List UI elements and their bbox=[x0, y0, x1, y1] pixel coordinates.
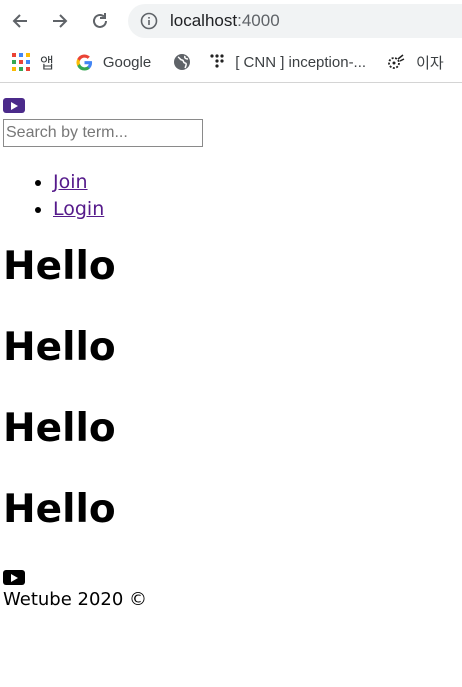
header-nav: Join Login bbox=[3, 169, 459, 223]
reload-icon bbox=[93, 13, 107, 28]
page-content: Join Login Hello Hello Hello Hello Wetub… bbox=[0, 98, 462, 610]
apps-grid-icon bbox=[12, 53, 30, 71]
bookmark-cnn[interactable]: [ CNN ] inception-... bbox=[209, 53, 366, 71]
footer-logo bbox=[3, 570, 25, 585]
reload-button[interactable] bbox=[90, 11, 110, 31]
search-form bbox=[3, 113, 459, 147]
bookmark-globe[interactable] bbox=[173, 53, 191, 71]
hello-heading: Hello bbox=[3, 325, 116, 370]
url-text: localhost:4000 bbox=[170, 11, 280, 31]
url-port: :4000 bbox=[237, 11, 280, 30]
hello-heading: Hello bbox=[3, 487, 116, 532]
arrow-right-icon bbox=[53, 14, 68, 28]
header-logo[interactable] bbox=[3, 98, 25, 113]
login-link[interactable]: Login bbox=[53, 198, 104, 220]
bookmark-google[interactable]: Google bbox=[76, 54, 151, 71]
browser-toolbar: localhost:4000 bbox=[0, 0, 462, 42]
url-host: localhost bbox=[170, 11, 238, 30]
bookmark-label: [ CNN ] inception-... bbox=[235, 53, 367, 71]
main-content: Hello Hello Hello Hello bbox=[3, 245, 459, 532]
nav-item: Login bbox=[53, 196, 459, 223]
bookmark-label: 앱 bbox=[40, 54, 54, 72]
footer-copyright: Wetube 2020 © bbox=[3, 589, 148, 610]
address-bar[interactable]: localhost:4000 bbox=[128, 4, 462, 38]
play-icon bbox=[11, 101, 18, 110]
tensorflow-icon bbox=[210, 54, 224, 68]
gear-bug-icon bbox=[388, 54, 405, 69]
info-icon bbox=[140, 12, 158, 30]
bookmark-apps[interactable]: 앱 bbox=[12, 52, 54, 73]
bookmark-label: Google bbox=[102, 53, 152, 71]
play-icon bbox=[11, 573, 18, 582]
forward-button[interactable] bbox=[50, 11, 70, 31]
nav-item: Join bbox=[53, 169, 459, 196]
bookmark-label: 이자 bbox=[416, 54, 444, 72]
bookmarks-bar: 앱 Google [ CNN ] inception-... 이자 bbox=[0, 42, 462, 83]
arrow-left-icon bbox=[12, 14, 27, 28]
hello-heading: Hello bbox=[3, 406, 116, 451]
bookmark-last[interactable]: 이자 bbox=[386, 52, 444, 73]
globe-icon bbox=[174, 54, 191, 70]
hello-heading: Hello bbox=[3, 244, 116, 289]
back-button[interactable] bbox=[10, 11, 30, 31]
google-icon bbox=[76, 54, 92, 71]
join-link[interactable]: Join bbox=[53, 171, 88, 193]
site-footer: Wetube 2020 © bbox=[3, 570, 459, 610]
search-input[interactable] bbox=[3, 119, 203, 147]
site-header: Join Login bbox=[3, 98, 459, 223]
